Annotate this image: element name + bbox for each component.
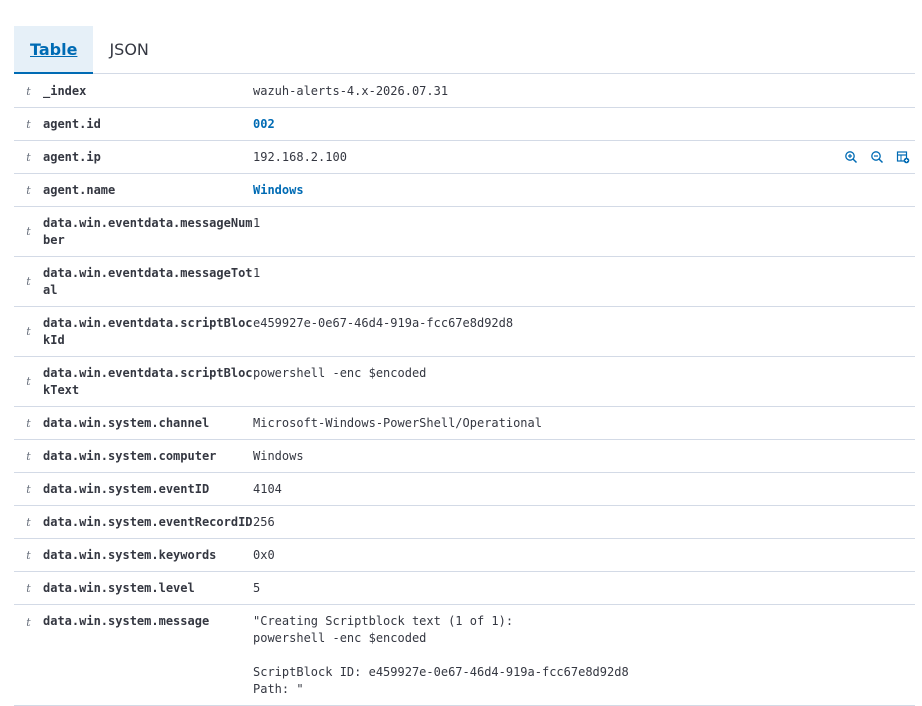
- string-type-icon: t: [26, 225, 31, 238]
- field-name: agent.ip: [43, 150, 101, 164]
- string-type-icon: t: [26, 183, 31, 197]
- field-value: wazuh-alerts-4.x-2026.07.31: [253, 84, 449, 98]
- field-name: data.win.system.eventRecordID: [43, 515, 253, 529]
- agent-name-link[interactable]: Windows: [253, 174, 915, 206]
- table-row: t _index wazuh-alerts-4.x-2026.07.31: [14, 75, 915, 108]
- agent-id-link[interactable]: 002: [253, 108, 915, 140]
- tab-json[interactable]: JSON: [93, 26, 164, 74]
- field-name: data.win.eventdata.messageTotal: [43, 266, 253, 297]
- string-type-icon: t: [26, 616, 31, 629]
- field-name: data.win.system.computer: [43, 449, 217, 463]
- field-value: 192.168.2.100: [253, 150, 347, 164]
- table-column-icon[interactable]: [893, 147, 913, 167]
- table-row: t data.win.eventdata.messageTotal 1: [14, 257, 915, 307]
- field-value: 5: [253, 581, 261, 595]
- field-value: Microsoft-Windows-PowerShell/Operational: [253, 416, 542, 430]
- magnify-minus-icon[interactable]: [867, 147, 887, 167]
- string-type-icon: t: [26, 515, 31, 529]
- table-row: t agent.ip 192.168.2.100: [14, 141, 915, 174]
- table-row: t data.win.eventdata.messageNumber 1: [14, 207, 915, 257]
- string-type-icon: t: [26, 449, 31, 463]
- field-name: data.win.system.message: [43, 614, 210, 628]
- field-name: _index: [43, 84, 87, 98]
- string-type-icon: t: [26, 482, 31, 496]
- table-row: t data.win.system.channel Microsoft-Wind…: [14, 407, 915, 440]
- table-row: t data.win.eventdata.scriptBlockId e4599…: [14, 307, 915, 357]
- field-value: Windows: [253, 449, 304, 463]
- table-row: t data.win.system.message "Creating Scri…: [14, 605, 915, 706]
- table-row: t data.win.system.level 5: [14, 572, 915, 605]
- string-type-icon: t: [26, 325, 31, 338]
- table-row: t data.win.system.eventRecordID 256: [14, 506, 915, 539]
- table-row: t data.win.system.computer Windows: [14, 440, 915, 473]
- magnify-plus-icon[interactable]: [841, 147, 861, 167]
- tab-table[interactable]: Table: [14, 26, 94, 74]
- string-type-icon: t: [26, 150, 31, 164]
- field-value: "Creating Scriptblock text (1 of 1): pow…: [253, 614, 629, 696]
- string-type-icon: t: [26, 84, 31, 98]
- field-value: powershell -enc $encoded: [253, 366, 427, 380]
- table-row: t agent.id 002: [14, 108, 915, 141]
- field-name: agent.id: [43, 117, 101, 131]
- string-type-icon: t: [26, 416, 31, 430]
- table-row: t data.win.system.keywords 0x0: [14, 539, 915, 572]
- field-value: e459927e-0e67-46d4-919a-fcc67e8d92d8: [253, 316, 514, 330]
- field-name: data.win.system.channel: [43, 416, 210, 430]
- field-value: 1: [253, 266, 261, 280]
- string-type-icon: t: [26, 548, 31, 562]
- field-name: data.win.eventdata.scriptBlockText: [43, 366, 253, 397]
- field-name: agent.name: [43, 183, 116, 197]
- field-name: data.win.system.keywords: [43, 548, 217, 562]
- string-type-icon: t: [26, 375, 31, 388]
- table-row: t data.win.system.eventID 4104: [14, 473, 915, 506]
- field-name: data.win.eventdata.messageNumber: [43, 216, 253, 247]
- string-type-icon: t: [26, 117, 31, 131]
- string-type-icon: t: [26, 275, 31, 288]
- field-name: data.win.system.eventID: [43, 482, 210, 496]
- field-value: 0x0: [253, 548, 275, 562]
- row-actions: [841, 141, 913, 173]
- field-name: data.win.eventdata.scriptBlockId: [43, 316, 253, 347]
- table-row: t agent.name Windows: [14, 174, 915, 207]
- document-fields-table: t _index wazuh-alerts-4.x-2026.07.31 t a…: [14, 75, 915, 706]
- string-type-icon: t: [26, 581, 31, 595]
- doc-viewer-tabs: Table JSON: [14, 26, 915, 74]
- field-name: data.win.system.level: [43, 581, 195, 595]
- field-value: 256: [253, 515, 275, 529]
- field-value: 4104: [253, 482, 282, 496]
- table-row: t data.win.eventdata.scriptBlockText pow…: [14, 357, 915, 407]
- field-value: 1: [253, 216, 261, 230]
